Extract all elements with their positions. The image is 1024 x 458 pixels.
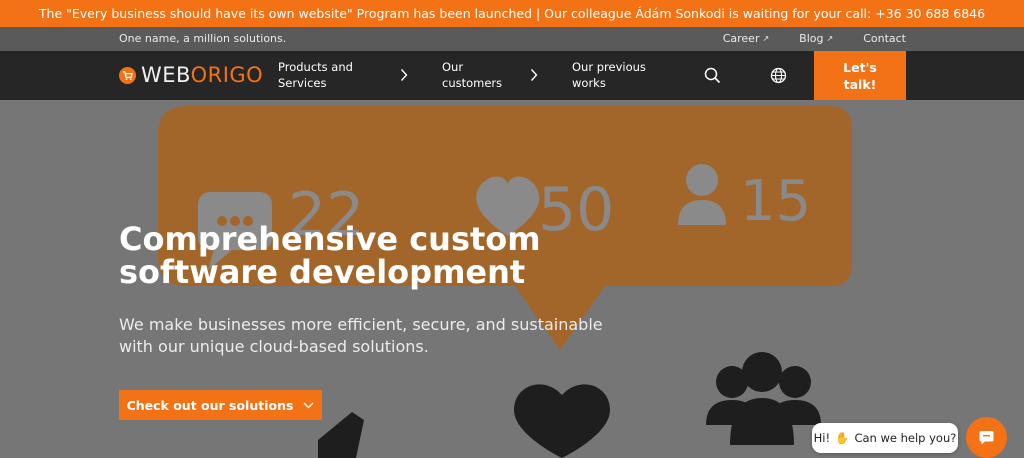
- utility-bar: One name, a million solutions. Career ↗ …: [0, 27, 1024, 51]
- followers-count: 15: [740, 169, 811, 234]
- nav-our-customers[interactable]: Our customers: [442, 59, 502, 91]
- logo-text-web: WEB: [141, 63, 191, 87]
- search-icon[interactable]: [704, 67, 721, 84]
- globe-icon[interactable]: [770, 67, 787, 84]
- hero-title-line1: Comprehensive custom: [119, 220, 541, 258]
- hero-subtitle: We make businesses more efficient, secur…: [119, 314, 603, 358]
- chat-launcher-button[interactable]: [966, 417, 1007, 458]
- cta-line1[interactable]: Let's: [843, 59, 877, 76]
- career-link[interactable]: Career ↗: [723, 32, 769, 45]
- blog-link-label[interactable]: Blog: [799, 32, 823, 45]
- nav-products-services[interactable]: Products and Services: [278, 59, 353, 91]
- cta-line2[interactable]: talk!: [843, 76, 877, 93]
- announcement-bar[interactable]: The "Every business should have its own …: [0, 0, 1024, 27]
- chat-greeting-hi[interactable]: Hi!: [814, 431, 830, 445]
- logo-text-origo: ORIGO: [190, 63, 264, 87]
- cart-icon: [119, 66, 136, 84]
- hero-subtitle-line1: We make businesses more efficient, secur…: [119, 315, 603, 334]
- lets-talk-button[interactable]: Let's talk!: [814, 51, 906, 100]
- check-solutions-button[interactable]: Check out our solutions: [119, 390, 322, 420]
- utility-links: Career ↗ Blog ↗ Contact: [723, 32, 906, 45]
- tagline: One name, a million solutions.: [119, 32, 287, 45]
- logo-wordmark: WEBORIGO: [141, 64, 263, 86]
- waving-hand-icon: ✋: [835, 431, 850, 445]
- likes-count: 50: [538, 175, 614, 245]
- chat-greeting-question[interactable]: Can we help you?: [854, 431, 956, 445]
- chat-greeting[interactable]: Hi! ✋ Can we help you?: [812, 423, 958, 453]
- hero-subtitle-line2: with our unique cloud-based solutions.: [119, 337, 429, 356]
- group-icon: [706, 352, 821, 445]
- chevron-down-icon: [303, 402, 314, 408]
- announcement-text[interactable]: The "Every business should have its own …: [39, 6, 985, 21]
- nav-customers-line1[interactable]: Our: [442, 59, 502, 75]
- check-solutions-label[interactable]: Check out our solutions: [127, 398, 294, 413]
- contact-link-label[interactable]: Contact: [863, 32, 906, 45]
- blog-link[interactable]: Blog ↗: [799, 32, 833, 45]
- heart-icon: [514, 384, 610, 458]
- chevron-right-icon[interactable]: [400, 68, 408, 82]
- external-link-icon: ↗: [826, 34, 834, 43]
- external-link-icon: ↗: [762, 34, 770, 43]
- thumbs-up-icon: [318, 412, 364, 458]
- chat-icon: [979, 431, 994, 445]
- nav-products-line2[interactable]: Services: [278, 75, 353, 91]
- nav-products-line1[interactable]: Products and: [278, 59, 353, 75]
- nav-works-line1[interactable]: Our previous: [572, 59, 646, 75]
- career-link-label[interactable]: Career: [723, 32, 760, 45]
- nav-works-line2[interactable]: works: [572, 75, 646, 91]
- nav-customers-line2[interactable]: customers: [442, 75, 502, 91]
- hero-title-line2: software development: [119, 253, 526, 291]
- nav-previous-works[interactable]: Our previous works: [572, 59, 646, 91]
- chevron-right-icon[interactable]: [530, 68, 538, 82]
- logo[interactable]: WEBORIGO: [119, 64, 263, 86]
- hero-section: 22 50 15 Comprehensive custom software d…: [0, 100, 1024, 458]
- contact-link[interactable]: Contact: [863, 32, 906, 45]
- hero-title: Comprehensive custom software developmen…: [119, 223, 541, 289]
